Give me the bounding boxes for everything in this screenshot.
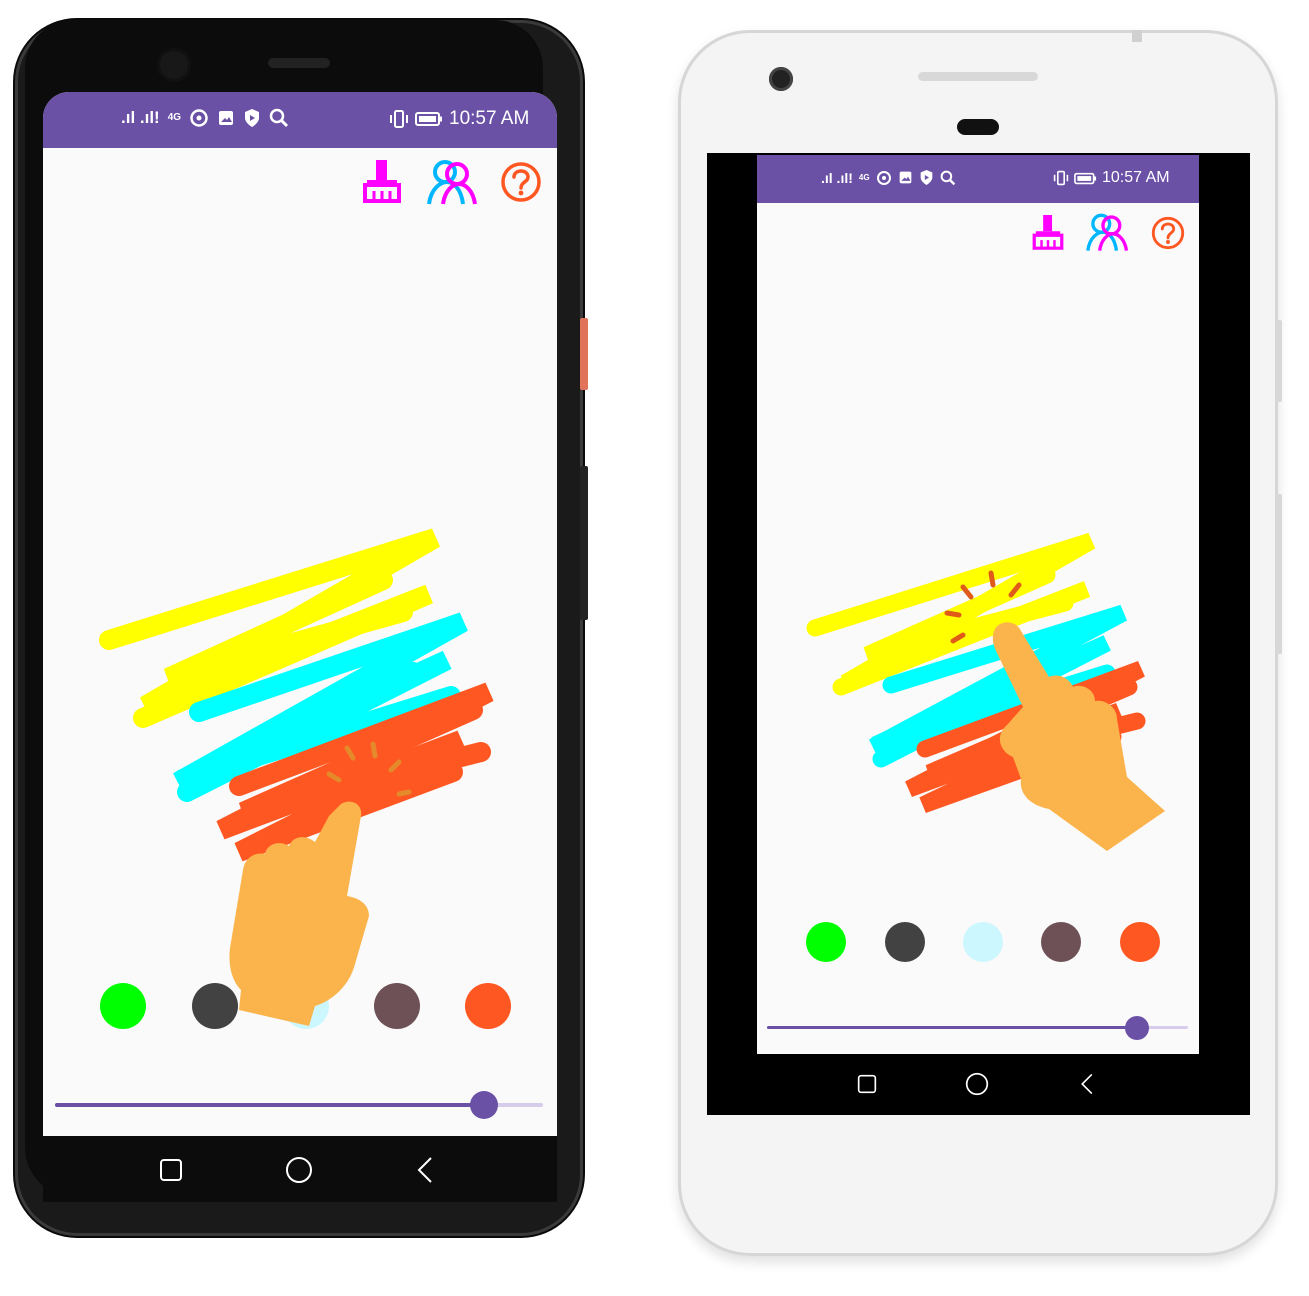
color-swatch-orange[interactable] bbox=[465, 983, 511, 1029]
home-icon[interactable] bbox=[285, 1156, 313, 1184]
earpiece-speaker bbox=[918, 72, 1038, 81]
app-screen-right: .ıl .ıl! 4G 10:57 AM bbox=[757, 155, 1199, 1054]
stroke-width-thumb[interactable] bbox=[1125, 1016, 1149, 1040]
navigation-bar bbox=[757, 1054, 1199, 1112]
volume-button bbox=[1276, 494, 1282, 654]
color-swatch-green[interactable] bbox=[100, 983, 146, 1029]
color-swatch-orange[interactable] bbox=[1120, 922, 1160, 962]
home-icon[interactable] bbox=[965, 1072, 989, 1096]
back-icon[interactable] bbox=[1079, 1072, 1095, 1096]
stroke-width-thumb[interactable] bbox=[470, 1091, 498, 1119]
recent-apps-icon[interactable] bbox=[159, 1158, 183, 1182]
front-camera bbox=[769, 67, 793, 91]
power-button bbox=[580, 318, 588, 390]
app-screen-left: .ıl .ıl! 4G 10:57 AM bbox=[43, 92, 557, 1136]
back-icon[interactable] bbox=[415, 1156, 435, 1184]
recent-apps-icon[interactable] bbox=[857, 1074, 877, 1094]
earpiece-speaker bbox=[268, 58, 330, 68]
color-swatch-light-cyan[interactable] bbox=[963, 922, 1003, 962]
color-swatch-dark-gray[interactable] bbox=[885, 922, 925, 962]
hand-pointer-icon bbox=[992, 622, 1165, 851]
navigation-bar bbox=[43, 1136, 557, 1202]
color-swatch-green[interactable] bbox=[806, 922, 846, 962]
proximity-sensor bbox=[957, 119, 999, 135]
hand-pointer-icon bbox=[229, 801, 369, 1026]
color-swatch-brown[interactable] bbox=[1041, 922, 1081, 962]
front-camera bbox=[157, 48, 191, 82]
power-button bbox=[1276, 320, 1282, 402]
stroke-width-track-active bbox=[767, 1026, 1137, 1029]
top-edge-notch bbox=[1132, 30, 1142, 42]
stroke-width-track-active bbox=[55, 1103, 484, 1107]
volume-button bbox=[580, 466, 588, 620]
drawing-canvas[interactable] bbox=[757, 155, 1199, 1054]
